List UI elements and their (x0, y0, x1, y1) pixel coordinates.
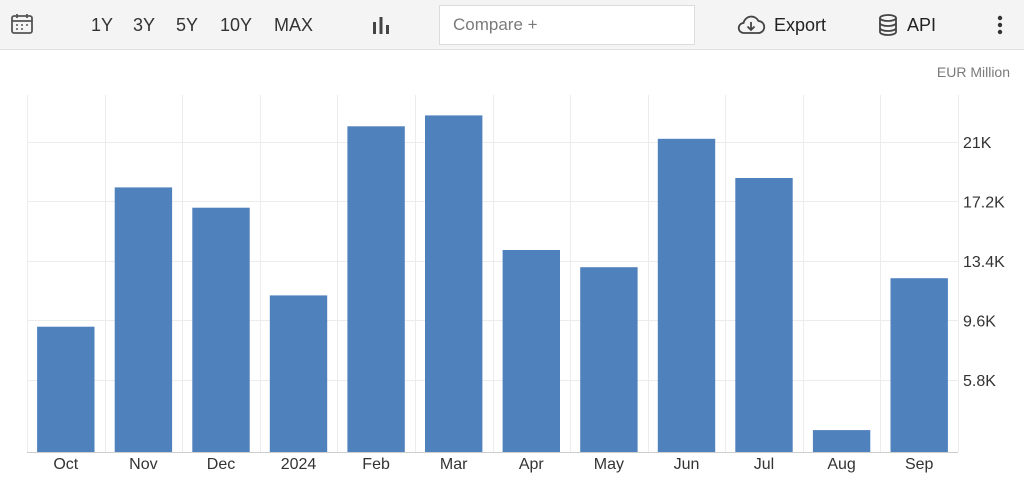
x-tick-label: Oct (53, 456, 78, 473)
x-tick-label: Nov (129, 456, 157, 473)
x-tick-label: Mar (440, 456, 468, 473)
chart-bar (192, 207, 250, 452)
x-tick-label: May (594, 456, 624, 473)
y-tick-label: 9.6K (963, 314, 996, 331)
chart-bar (657, 138, 716, 453)
chart-bar (890, 278, 948, 452)
chart-bar (269, 295, 328, 452)
chart-bar (425, 115, 483, 453)
x-tick-label: Jul (754, 456, 774, 473)
x-tick-label: Apr (519, 456, 545, 473)
y-tick-label: 13.4K (963, 254, 1005, 271)
chart-bar (37, 326, 95, 452)
chart-bar (502, 250, 560, 452)
chart-bar (347, 126, 405, 453)
x-tick-label: Jun (674, 456, 700, 473)
x-tick-label: Aug (827, 456, 855, 473)
x-tick-label: Feb (362, 456, 390, 473)
bar-chart: Oct Nov Dec 2024 Feb Mar Apr May Jun Jul Aug Sep 5.8… (27, 95, 1005, 473)
x-tick-label: Dec (207, 456, 235, 473)
y-tick-label: 5.8K (963, 373, 996, 390)
chart-bar (735, 178, 793, 452)
y-tick-label: 21K (963, 135, 992, 152)
chart-bar (812, 430, 871, 452)
y-tick-label: 17.2K (963, 195, 1005, 212)
chart-bar (580, 267, 638, 452)
chart-bar (114, 187, 173, 452)
x-tick-label: Sep (905, 456, 934, 473)
x-tick-label: 2024 (281, 456, 317, 473)
